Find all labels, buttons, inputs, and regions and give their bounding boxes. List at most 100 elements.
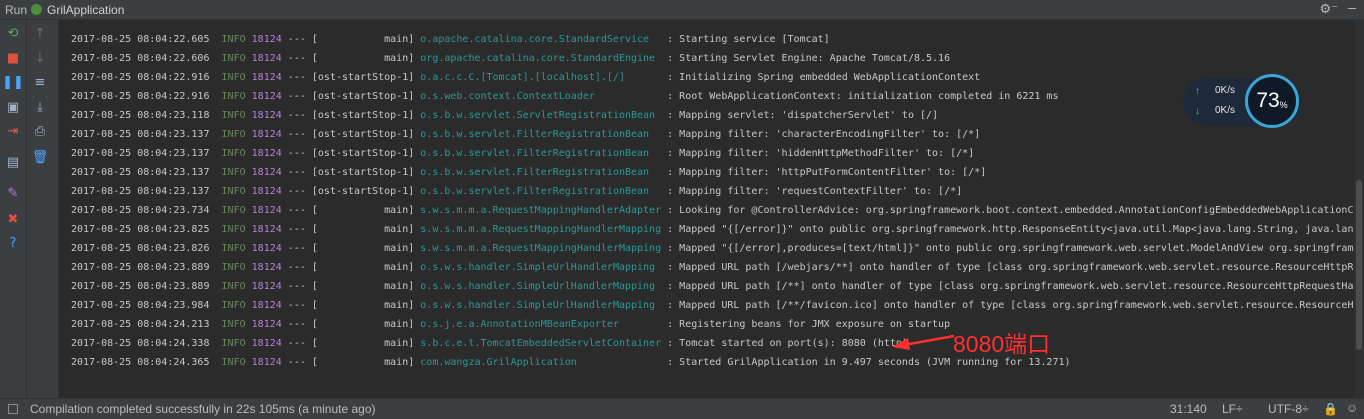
face-icon[interactable]: ☺ (1346, 401, 1358, 415)
log-level: INFO (221, 243, 246, 254)
log-logger[interactable]: s.b.c.e.t.TomcatEmbeddedServletContainer (420, 338, 661, 349)
log-pid: 18124 (251, 186, 282, 197)
log-thread: [ost-startStop-1] (311, 129, 415, 140)
help-icon[interactable]: ? (5, 236, 21, 252)
log-pid: 18124 (251, 72, 282, 83)
log-level: INFO (221, 224, 246, 235)
log-message: Root WebApplicationContext: initializati… (679, 91, 1059, 102)
log-logger[interactable]: o.apache.catalina.core.StandardService (420, 34, 661, 45)
log-line: 2017-08-25 08:04:23.826 INFO 18124 --- [… (71, 239, 1354, 258)
log-separator: --- (287, 34, 306, 45)
log-message: Initializing Spring embedded WebApplicat… (679, 72, 981, 83)
log-separator: --- (287, 186, 306, 197)
layout-icon[interactable]: ▤ (5, 155, 21, 171)
log-logger[interactable]: o.s.b.w.servlet.FilterRegistrationBean (420, 129, 661, 140)
log-separator: --- (287, 129, 306, 140)
log-logger[interactable]: o.s.j.e.a.AnnotationMBeanExporter (420, 319, 661, 330)
console-scrollbar[interactable] (1354, 20, 1364, 398)
scrollbar-thumb[interactable] (1356, 180, 1362, 350)
pause-icon[interactable]: ❚❚ (2, 75, 24, 91)
log-pid: 18124 (251, 338, 282, 349)
upload-speed: 0K/s (1215, 85, 1236, 96)
log-logger[interactable]: org.apache.catalina.core.StandardEngine (420, 53, 661, 64)
log-logger[interactable]: o.a.c.c.C.[Tomcat].[localhost].[/] (420, 72, 661, 83)
percent-sign: % (1279, 100, 1288, 110)
log-logger[interactable]: o.s.w.s.handler.SimpleUrlHandlerMapping (420, 281, 661, 292)
log-line: 2017-08-25 08:04:24.338 INFO 18124 --- [… (71, 338, 908, 349)
file-encoding[interactable]: UTF-8÷ (1268, 402, 1309, 416)
log-message: Starting service [Tomcat] (679, 34, 830, 45)
print-icon[interactable]: ⎙ (32, 124, 48, 140)
line-separator[interactable]: LF÷ (1222, 402, 1243, 416)
log-message: Mapped "{[/error]}" onto public org.spri… (679, 224, 1354, 235)
network-speed-widget[interactable]: ↑ 0K/s ↓ 0K/s 73% (1183, 74, 1301, 128)
log-level: INFO (221, 319, 246, 330)
stop-icon[interactable]: ■ (5, 51, 21, 67)
down-arrow-icon[interactable]: ↓ (32, 51, 48, 67)
log-line: 2017-08-25 08:04:24.213 INFO 18124 --- [… (71, 319, 951, 330)
log-timestamp: 2017-08-25 08:04:23.825 (71, 224, 210, 235)
log-logger[interactable]: o.s.w.s.handler.SimpleUrlHandlerMapping (420, 300, 661, 311)
log-timestamp: 2017-08-25 08:04:24.365 (71, 357, 210, 368)
log-timestamp: 2017-08-25 08:04:23.984 (71, 300, 210, 311)
log-message: Mapping servlet: 'dispatcherServlet' to … (679, 110, 939, 121)
scroll-to-end-icon[interactable]: ⤓ (32, 100, 48, 116)
log-thread: [ main] (311, 300, 415, 311)
log-line: 2017-08-25 08:04:22.606 INFO 18124 --- [… (71, 53, 951, 64)
log-message: Mapping filter: 'characterEncodingFilter… (679, 129, 981, 140)
log-logger[interactable]: o.s.b.w.servlet.FilterRegistrationBean (420, 186, 661, 197)
wrap-icon[interactable]: ≡ (32, 75, 48, 91)
log-timestamp: 2017-08-25 08:04:22.605 (71, 34, 210, 45)
log-timestamp: 2017-08-25 08:04:23.137 (71, 167, 210, 178)
log-separator: --- (287, 262, 306, 273)
log-logger[interactable]: s.w.s.m.m.a.RequestMappingHandlerMapping (420, 224, 661, 235)
log-thread: [ main] (311, 53, 415, 64)
lock-icon[interactable]: 🔒 (1323, 402, 1338, 416)
log-level: INFO (221, 34, 246, 45)
gear-icon[interactable]: ⚙⁻ (1319, 1, 1338, 17)
log-line: 2017-08-25 08:04:23.137 INFO 18124 --- [… (71, 129, 981, 140)
rerun-icon[interactable]: ⟲ (5, 26, 21, 42)
log-logger[interactable]: o.s.b.w.servlet.FilterRegistrationBean (420, 167, 661, 178)
run-toolbar-left: ⟲ ■ ❚❚ ▣ ⇥ ▤ ✎ ✖? (0, 20, 27, 398)
trash-icon[interactable]: 🗑 (32, 150, 49, 166)
log-timestamp: 2017-08-25 08:04:24.338 (71, 338, 210, 349)
log-thread: [ost-startStop-1] (311, 91, 415, 102)
log-logger[interactable]: o.s.w.s.handler.SimpleUrlHandlerMapping (420, 262, 661, 273)
log-logger[interactable]: s.w.s.m.m.a.RequestMappingHandlerMapping (420, 243, 661, 254)
close-icon[interactable]: ✖ (5, 212, 21, 228)
log-timestamp: 2017-08-25 08:04:23.826 (71, 243, 210, 254)
log-logger[interactable]: com.wangza.GrilApplication (420, 357, 661, 368)
minimize-icon[interactable]: – (1348, 0, 1356, 15)
log-thread: [ main] (311, 34, 415, 45)
log-level: INFO (221, 205, 246, 216)
console-output[interactable]: 2017-08-25 08:04:22.605 INFO 18124 --- [… (59, 20, 1354, 398)
log-logger[interactable]: o.s.web.context.ContextLoader (420, 91, 661, 102)
log-thread: [ main] (311, 262, 415, 273)
log-message: Mapped URL path [/webjars/**] onto handl… (679, 262, 1354, 273)
log-timestamp: 2017-08-25 08:04:24.213 (71, 319, 210, 330)
log-line: 2017-08-25 08:04:23.118 INFO 18124 --- [… (71, 110, 939, 121)
log-level: INFO (221, 167, 246, 178)
log-message: Tomcat started on port(s): 8080 (http) (679, 338, 908, 349)
run-config-tab[interactable]: GrilApplication (47, 3, 124, 17)
status-window-icon[interactable] (8, 404, 18, 414)
log-level: INFO (221, 129, 246, 140)
pin-icon[interactable]: ✎ (5, 186, 21, 202)
log-pid: 18124 (251, 205, 282, 216)
log-message: Looking for @ControllerAdvice: org.sprin… (679, 205, 1354, 216)
log-line: 2017-08-25 08:04:24.365 INFO 18124 --- [… (71, 357, 1071, 368)
up-arrow-icon[interactable]: ↑ (32, 26, 48, 42)
camera-icon[interactable]: ▣ (5, 100, 21, 116)
log-thread: [ main] (311, 205, 415, 216)
log-message: Mapping filter: 'requestContextFilter' t… (679, 186, 963, 197)
log-logger[interactable]: o.s.b.w.servlet.ServletRegistrationBean (420, 110, 661, 121)
log-logger[interactable]: o.s.b.w.servlet.FilterRegistrationBean (420, 148, 661, 159)
log-pid: 18124 (251, 148, 282, 159)
cursor-position[interactable]: 31:140 (1170, 402, 1207, 416)
log-logger[interactable]: s.w.s.m.m.a.RequestMappingHandlerAdapter (420, 205, 661, 216)
run-tool-window-header: Run GrilApplication ⚙⁻ – (0, 0, 1364, 20)
upload-arrow-icon: ↑ (1195, 86, 1200, 97)
login-icon[interactable]: ⇥ (5, 124, 21, 140)
spring-app-icon (31, 4, 42, 15)
